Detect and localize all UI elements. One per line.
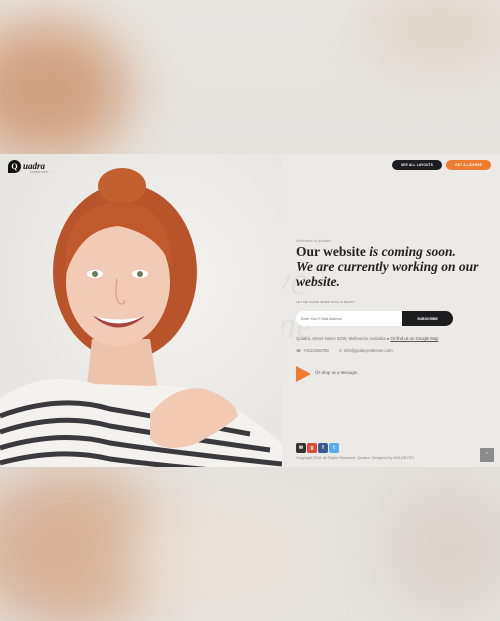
- blur-blob: [120, 500, 320, 610]
- welcome-text: Welcome to quadra: [296, 238, 331, 243]
- blur-blob: [380, 480, 500, 620]
- address-text: Quadra, Street Name 6209, Melbourne Aust…: [296, 336, 386, 341]
- portrait-illustration: [0, 168, 282, 467]
- phone-number: +0123456789: [302, 348, 329, 353]
- play-icon: [296, 366, 311, 382]
- logo-text: uadra: [23, 161, 46, 171]
- blur-blob: [360, 0, 500, 70]
- page-headline: Our website is coming soon. We are curre…: [296, 244, 496, 289]
- envelope-icon: ✉: [338, 348, 343, 353]
- scroll-to-top-button[interactable]: ⌃: [480, 448, 494, 462]
- social-links: ✉ g f t: [296, 443, 339, 453]
- email-contact[interactable]: ✉ info@goldeyestheme.com: [339, 348, 393, 353]
- google-plus-icon[interactable]: g: [307, 443, 317, 453]
- phone-icon: ☎: [296, 348, 301, 353]
- map-pin-icon: ●: [386, 336, 390, 341]
- facebook-icon[interactable]: f: [318, 443, 328, 453]
- copyright-text: Copyright 2018. All Rights Reserved. Qua…: [296, 456, 415, 460]
- headline-italic: is coming soon.: [369, 244, 456, 259]
- content-column: Welcome to quadra Our website is coming …: [296, 154, 496, 467]
- google-map-link[interactable]: Or find us on Google Map: [391, 336, 439, 341]
- hero-portrait-image: [0, 154, 282, 467]
- chevron-up-icon: ⌃: [484, 452, 490, 458]
- brand-logo[interactable]: Q uadra COMING SOON: [8, 158, 52, 174]
- logo-mark-icon: Q: [8, 159, 21, 173]
- email-address: info@goldeyestheme.com: [344, 348, 393, 353]
- drop-message-link[interactable]: Or drop us a message.: [315, 371, 358, 376]
- blur-blob: [0, 20, 130, 160]
- phone-contact[interactable]: ☎ +0123456789: [296, 348, 329, 353]
- play-message-button[interactable]: [296, 366, 311, 382]
- notify-label: LET ME KNOW WHEN SITE IS READY: [296, 300, 356, 304]
- address-line: Quadra, Street Name 6209, Melbourne Aust…: [296, 336, 438, 341]
- headline-bold: Our website: [296, 244, 370, 259]
- twitter-icon[interactable]: t: [329, 443, 339, 453]
- email-input[interactable]: [296, 311, 402, 326]
- logo-subtitle: COMING SOON: [30, 171, 49, 174]
- coming-soon-page: Quadra Exclusive & Creative Theme: [0, 154, 500, 467]
- mail-icon[interactable]: ✉: [296, 443, 306, 453]
- subscribe-form: SUBSCRIBE: [296, 311, 453, 326]
- headline-italic: We are currently working on our website.: [296, 259, 479, 289]
- contact-details: ☎ +0123456789 ✉ info@goldeyestheme.com: [296, 348, 393, 353]
- subscribe-button[interactable]: SUBSCRIBE: [402, 311, 453, 326]
